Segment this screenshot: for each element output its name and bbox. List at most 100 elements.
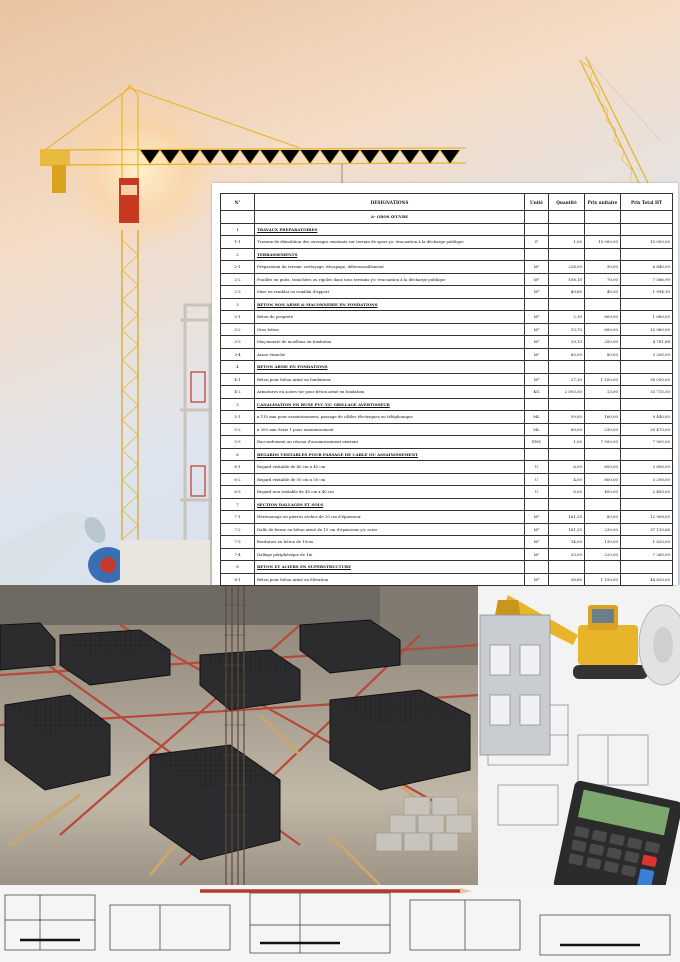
row-total <box>620 360 673 374</box>
row-number: 5-2 <box>220 422 255 436</box>
row-unit: ML <box>524 410 549 424</box>
row-number: 1-1 <box>220 235 255 249</box>
row-unit: M³ <box>524 272 549 286</box>
row-total: 6 840,00 <box>620 260 673 274</box>
section-row: 4 BETON ARME EN FONDATIONS <box>220 360 673 374</box>
row-number: 7-4 <box>220 547 255 561</box>
row-number: 3-3 <box>220 335 255 349</box>
row-quantity: 38,80 <box>548 572 585 586</box>
row-unit: U <box>524 472 549 486</box>
row-total: 1 994,10 <box>620 285 673 299</box>
table-row: 8-1 Béton pour béton armé en élévation M³ 3… <box>220 572 673 586</box>
row-total: 3 600,00 <box>620 460 673 474</box>
row-quantity: 1,00 <box>548 235 585 249</box>
row-unit-price: 250,00 <box>584 335 621 349</box>
row-unit-price: 70,00 <box>584 272 621 286</box>
row-unit <box>524 497 549 511</box>
header-quantity: Quantité <box>548 193 585 211</box>
row-designation: Fouilles en puits, tranchées ou rigoles … <box>254 272 525 286</box>
row-number: 2-2 <box>220 272 255 286</box>
table-row: 2-3 Mise en remblai ou remblai d'apport M³… <box>220 285 673 299</box>
row-designation: Regard non visitable de 40 cm x 40 cm <box>254 485 525 499</box>
table-row: 5-1 ø 110 mm pour assainissement, passage… <box>220 410 673 424</box>
table-row: 3-2 Gros béton M³ 13,70 800,00 10 960,00 <box>220 322 673 336</box>
header-total: Prix Total HT <box>620 193 673 211</box>
row-unit-price <box>584 360 621 374</box>
row-quantity: 108,18 <box>548 272 585 286</box>
row-designation: Bordurois en béton de 10cm <box>254 535 525 549</box>
row-quantity: 89,00 <box>548 422 585 436</box>
row-designation: CANALISATION EN BUSE PVC Y/C GRILLAGE AV… <box>254 397 525 411</box>
table-row: 7-4 Dallage périphérique de 1m M² 33,00 220,… <box>220 547 673 561</box>
row-unit-price: 800,00 <box>584 310 621 324</box>
row-quantity: 19,13 <box>548 335 585 349</box>
row-designation: ø 110 mm pour assainissement, passage de… <box>254 410 525 424</box>
table-row: 5-3 Raccordement au réseau d'assainisseme… <box>220 435 673 449</box>
row-number: 7-1 <box>220 510 255 524</box>
row-unit <box>524 447 549 461</box>
row-unit-price: 80,00 <box>584 510 621 524</box>
calculator-illustration <box>553 780 680 885</box>
row-quantity: 6,00 <box>548 460 585 474</box>
row-designation: Béton pour béton armé en fondations <box>254 372 525 386</box>
row-total: 44 620,00 <box>620 572 673 586</box>
row-total: 33 715,50 <box>620 385 673 399</box>
row-number: 7 <box>220 497 255 511</box>
blueprints-strip <box>0 885 680 962</box>
row-unit-price: 7 500,00 <box>584 435 621 449</box>
row-unit: KG <box>524 385 549 399</box>
row-quantity: 161,35 <box>548 510 585 524</box>
row-designation: ø 200 mm Serie 1 pour assainissement <box>254 422 525 436</box>
row-unit-price: 1 150,00 <box>584 572 621 586</box>
row-unit-price <box>584 247 621 261</box>
row-quantity: 228,00 <box>548 260 585 274</box>
row-designation: Regard visitable de 40 cm x 40 cm <box>254 460 525 474</box>
row-quantity: 2,10 <box>548 310 585 324</box>
row-total: 9 440,00 <box>620 410 673 424</box>
row-unit-price <box>584 560 621 574</box>
table-row: 2-2 Fouilles en puits, tranchées ou rigol… <box>220 272 673 286</box>
rebar-foundation-photo <box>0 585 480 890</box>
row-unit: ENS <box>524 435 549 449</box>
row-designation: Arase étanche <box>254 347 525 361</box>
row-total <box>620 497 673 511</box>
row-unit-price: 30,00 <box>584 260 621 274</box>
row-unit-price: 400,00 <box>584 485 621 499</box>
table-row: 7-2 Dalle de forme en béton armé de 15 cm… <box>220 522 673 536</box>
row-designation: Regard visitable de 50 cm x 50 cm <box>254 472 525 486</box>
row-designation: Béton de propreté <box>254 310 525 324</box>
row-number: 2-3 <box>220 285 255 299</box>
row-number: 1 <box>220 222 255 236</box>
row-quantity <box>548 247 585 261</box>
row-total: 12 908,00 <box>620 510 673 524</box>
row-unit <box>524 222 549 236</box>
subtitle-row: A- GROS ŒUVRE <box>220 210 673 224</box>
row-unit <box>524 360 549 374</box>
row-designation: BETON NON ARME & MACONNERIE EN FONDATION… <box>254 297 525 311</box>
row-designation: Dalle de forme en béton armé de 15 cm d'… <box>254 522 525 536</box>
row-total: 3 200,00 <box>620 472 673 486</box>
row-total: 5 200,00 <box>620 347 673 361</box>
row-unit-price: 15 000,00 <box>584 235 621 249</box>
row-designation: BETON ET ACIERS EN SUPERSTRUCTURE <box>254 560 525 574</box>
row-designation: REGARDS VISITABLES POUR PASSAGE DE CABLE… <box>254 447 525 461</box>
table-row: 7-1 Hérissonage en pierres sèches de 20 c… <box>220 510 673 524</box>
row-total: 1 820,00 <box>620 535 673 549</box>
row-quantity <box>548 222 585 236</box>
quote-document: N° DESIGNATIONS Unité Quantité Prix unit… <box>212 183 678 586</box>
row-designation: Raccordement au réseau d'assainissement … <box>254 435 525 449</box>
row-unit-price: 13,00 <box>584 385 621 399</box>
table-row: 7-3 Bordurois en béton de 10cm M² 14,00 130,… <box>220 535 673 549</box>
row-designation: Béton pour béton armé en élévation <box>254 572 525 586</box>
row-unit: M² <box>524 347 549 361</box>
row-unit-price: 160,00 <box>584 410 621 424</box>
row-number: 6-3 <box>220 485 255 499</box>
row-unit <box>524 397 549 411</box>
section-row: 1 TRAVAUX PREPARATOIRES <box>220 222 673 236</box>
row-designation: Gros béton <box>254 322 525 336</box>
row-total <box>620 222 673 236</box>
row-unit-price: 1 100,00 <box>584 372 621 386</box>
row-total: 7 260,00 <box>620 547 673 561</box>
section-row: 2 TERRASSEMENTS <box>220 247 673 261</box>
row-quantity <box>548 297 585 311</box>
